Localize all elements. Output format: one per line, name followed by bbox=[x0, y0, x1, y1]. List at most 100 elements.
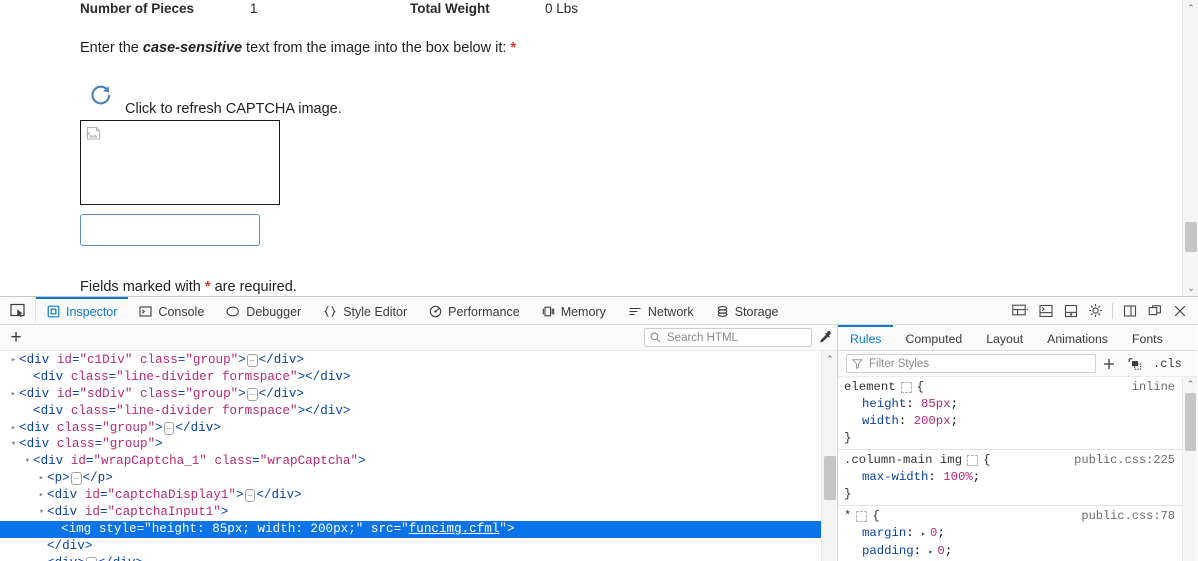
tab-rules[interactable]: Rules bbox=[838, 325, 894, 350]
css-value[interactable]: 0 bbox=[937, 544, 944, 558]
tab-layout[interactable]: Layout bbox=[974, 325, 1035, 350]
collapsed-children-badge[interactable]: … bbox=[85, 556, 97, 561]
css-property[interactable]: max-width bbox=[862, 470, 928, 484]
markup-row[interactable]: ▾ <div class="group"> bbox=[0, 436, 822, 453]
page-vertical-scrollbar[interactable]: ⌃ ⌄ bbox=[1182, 0, 1198, 296]
tab-console[interactable]: Console bbox=[128, 297, 215, 324]
element-picker-button[interactable] bbox=[0, 297, 36, 324]
css-value[interactable]: 0 bbox=[930, 526, 937, 540]
eyedropper-button[interactable] bbox=[812, 325, 837, 350]
scroll-up-arrow-icon[interactable]: ⌃ bbox=[1183, 0, 1198, 16]
expand-twisty-icon[interactable]: ▾ bbox=[8, 436, 19, 453]
markup-scrollbar-thumb[interactable] bbox=[824, 456, 836, 500]
css-rule-origin[interactable]: public.css:78 bbox=[1081, 508, 1197, 525]
css-rule-origin[interactable]: public.css:225 bbox=[1074, 452, 1197, 469]
markup-row[interactable]: ▸ <div class="group">… </div> bbox=[0, 420, 822, 437]
css-selector[interactable]: .column-main img bbox=[844, 452, 962, 469]
rule-enable-toggle-icon[interactable] bbox=[900, 382, 912, 393]
scroll-down-arrow-icon[interactable]: ⌄ bbox=[1183, 280, 1198, 296]
markup-row[interactable]: ▸<div>…</div> bbox=[0, 555, 822, 561]
rule-enable-toggle-icon[interactable] bbox=[967, 455, 979, 466]
html-markup-tree[interactable]: ▸ <div id="c1Div" class="group">… </div> <d… bbox=[0, 351, 822, 561]
collapsed-children-badge[interactable]: … bbox=[163, 421, 175, 435]
collapsed-children-badge[interactable]: … bbox=[246, 387, 258, 401]
markup-row[interactable]: ▾ <div id="wrapCaptcha_1" class="wrapCapt… bbox=[0, 453, 822, 470]
add-new-rule-button[interactable] bbox=[1096, 352, 1122, 376]
css-value[interactable]: 100% bbox=[943, 470, 973, 484]
page-scrollbar-thumb[interactable] bbox=[1185, 222, 1197, 252]
markup-row[interactable]: ▾ <div id="captchaInput1"> bbox=[0, 504, 822, 521]
refresh-captcha-button[interactable] bbox=[88, 82, 114, 108]
markup-srclink[interactable]: funcimg.cfml bbox=[409, 522, 500, 536]
settings-button[interactable] bbox=[1083, 298, 1108, 323]
markup-row[interactable]: <div class="line-divider formspace"></di… bbox=[0, 403, 822, 420]
search-html-box[interactable] bbox=[644, 328, 812, 347]
css-selector[interactable]: element bbox=[844, 379, 896, 396]
rules-scrollbar-thumb[interactable] bbox=[1185, 393, 1196, 451]
css-value[interactable]: 200px bbox=[914, 414, 951, 428]
markup-row[interactable]: ▸ <div id="sdDiv" class="group">… </div> bbox=[0, 386, 822, 403]
css-declaration[interactable]: padding: ▸ 0; bbox=[838, 543, 1197, 561]
tab-style-editor[interactable]: Style Editor bbox=[312, 297, 418, 324]
captcha-text-input[interactable] bbox=[80, 214, 260, 246]
element-state-icon bbox=[1128, 357, 1142, 370]
tab-fonts[interactable]: Fonts bbox=[1120, 325, 1175, 350]
tab-computed[interactable]: Computed bbox=[893, 325, 974, 350]
tab-inspector[interactable]: Inspector bbox=[36, 297, 129, 324]
dock-to-side-button[interactable] bbox=[1117, 298, 1142, 323]
markup-row[interactable]: ▸ <p>… </p> bbox=[0, 470, 822, 487]
expand-twisty-icon[interactable]: ▸ bbox=[8, 386, 19, 403]
rules-vertical-scrollbar[interactable]: ⌃ bbox=[1182, 377, 1197, 561]
tab-network[interactable]: Network bbox=[617, 297, 705, 324]
expand-shorthand-icon[interactable]: ▸ bbox=[921, 526, 930, 543]
markup-row[interactable]: ▸ <div id="c1Div" class="group">… </div> bbox=[0, 352, 822, 369]
collapsed-children-badge[interactable]: … bbox=[246, 354, 258, 367]
rules-scroll-up-arrow-icon[interactable]: ⌃ bbox=[1183, 377, 1197, 392]
markup-attr: class bbox=[214, 454, 253, 469]
expand-twisty-icon[interactable]: ▸ bbox=[8, 352, 19, 369]
tab-storage[interactable]: Storage bbox=[705, 297, 790, 324]
css-value[interactable]: 85px bbox=[921, 397, 951, 411]
markup-vertical-scrollbar[interactable]: ⌃ bbox=[821, 351, 837, 561]
css-declaration[interactable]: width: 200px; bbox=[838, 413, 1197, 430]
markup-scroll-up-arrow-icon[interactable]: ⌃ bbox=[822, 351, 837, 367]
add-node-button[interactable]: + bbox=[0, 325, 32, 350]
css-property[interactable]: padding bbox=[862, 544, 914, 558]
css-declaration[interactable]: margin: ▸ 0; bbox=[838, 525, 1197, 543]
responsive-design-mode-button[interactable] bbox=[1008, 298, 1033, 323]
expand-twisty-icon[interactable]: ▾ bbox=[22, 453, 33, 470]
screenshot-button[interactable] bbox=[1058, 298, 1083, 323]
expand-twisty-icon[interactable]: ▸ bbox=[8, 420, 19, 437]
css-property[interactable]: margin bbox=[862, 526, 906, 540]
rule-enable-toggle-icon[interactable] bbox=[856, 511, 868, 522]
css-declaration[interactable]: height: 85px; bbox=[838, 396, 1197, 413]
filter-styles-input[interactable] bbox=[867, 356, 1072, 371]
css-property[interactable]: height bbox=[862, 397, 906, 411]
css-property[interactable]: width bbox=[862, 414, 899, 428]
filter-styles-box[interactable] bbox=[846, 354, 1096, 373]
markup-row-selected[interactable]: <img style="height: 85px; width: 200px;"… bbox=[0, 520, 822, 538]
dock-separate-window-button[interactable] bbox=[1142, 298, 1167, 323]
markup-tagname: p bbox=[54, 471, 63, 486]
tab-performance[interactable]: Performance bbox=[418, 297, 531, 324]
split-console-button[interactable] bbox=[1033, 298, 1058, 323]
markup-row[interactable]: ▸ <div id="captchaDisplay1">… </div> bbox=[0, 487, 822, 504]
markup-row[interactable]: <div class="line-divider formspace"></di… bbox=[0, 369, 822, 386]
css-declaration[interactable]: max-width: 100%; bbox=[838, 469, 1197, 486]
expand-twisty-icon[interactable]: ▸ bbox=[36, 487, 47, 504]
element-state-button[interactable] bbox=[1122, 352, 1148, 376]
tab-animations[interactable]: Animations bbox=[1035, 325, 1120, 350]
expand-twisty-icon[interactable]: ▸ bbox=[36, 555, 47, 561]
close-devtools-button[interactable] bbox=[1167, 298, 1192, 323]
expand-twisty-icon[interactable]: ▾ bbox=[36, 504, 47, 521]
search-html-input[interactable] bbox=[665, 330, 795, 345]
expand-twisty-icon[interactable]: ▸ bbox=[36, 470, 47, 487]
markup-punct: > bbox=[238, 353, 246, 367]
css-selector[interactable]: * bbox=[844, 508, 851, 525]
collapsed-children-badge[interactable]: … bbox=[244, 489, 256, 503]
collapsed-children-badge[interactable]: … bbox=[70, 472, 82, 486]
toggle-classes-button[interactable]: .cls bbox=[1148, 357, 1187, 371]
markup-row[interactable]: </div> bbox=[0, 538, 822, 555]
tab-memory[interactable]: Memory bbox=[531, 297, 617, 324]
tab-debugger[interactable]: Debugger bbox=[215, 297, 312, 324]
